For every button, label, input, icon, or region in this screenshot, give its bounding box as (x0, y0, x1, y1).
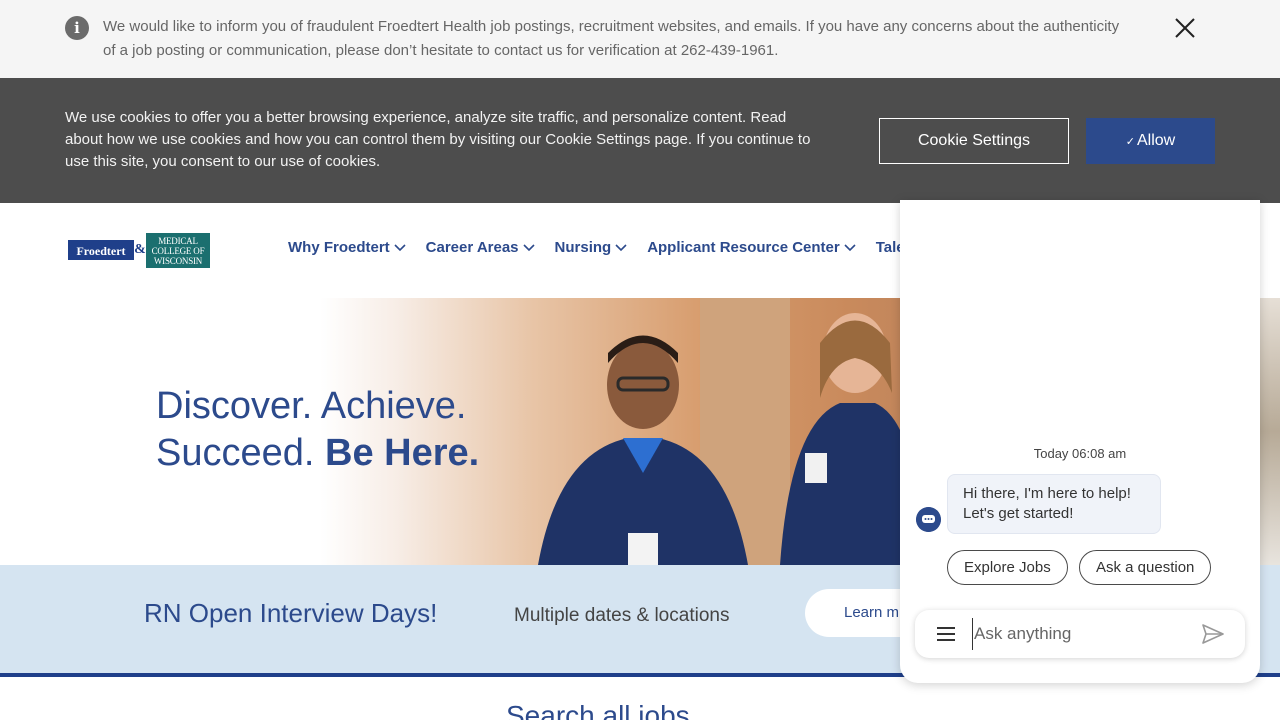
send-icon[interactable] (1202, 624, 1224, 644)
check-icon: ✓ (1125, 136, 1135, 148)
hero-line-1: Discover. Achieve. (156, 385, 467, 427)
nav-label: Nursing (554, 239, 612, 256)
chat-message-input[interactable] (972, 618, 1192, 650)
nav-label: Applicant Resource Center (647, 239, 840, 256)
chat-timestamp: Today 06:08 am (1033, 446, 1127, 461)
nav-label: Career Areas (425, 239, 519, 256)
nav-label: Why Froedtert (288, 239, 390, 256)
nav-item-applicant-resource-center[interactable]: Applicant Resource Center (647, 239, 856, 256)
froedtert-logo[interactable]: Froedtert & Medical College of Wisconsin (68, 233, 212, 268)
hero-line-2-bold: Be Here. (325, 432, 480, 474)
cookie-text: We use cookies to offer you a better bro… (65, 109, 811, 170)
chevron-down-icon (844, 243, 856, 251)
promo-title: RN Open Interview Days! (144, 598, 438, 628)
allow-cookies-button[interactable]: ✓ Allow (1086, 118, 1215, 164)
fraud-alert-bar: i We would like to inform you of fraudul… (0, 0, 1280, 78)
chat-bot-icon (916, 507, 941, 532)
hero-headline: Discover. Achieve. Succeed. Be Here. (156, 383, 479, 477)
hero-photo-nurse-male (538, 335, 748, 565)
search-jobs-heading: Search all jobs (506, 700, 690, 720)
hero-photo-nurse-female (780, 313, 920, 565)
allow-label: Allow (1136, 132, 1176, 149)
chat-widget: Today 06:08 am Hi there, I'm here to hel… (900, 200, 1260, 683)
logo-froedtert-text: Froedtert (68, 240, 134, 260)
ask-question-chip[interactable]: Ask a question (1079, 550, 1212, 585)
explore-jobs-chip[interactable]: Explore Jobs (947, 550, 1068, 585)
chat-greeting-bubble: Hi there, I'm here to help! Let's get st… (947, 474, 1161, 534)
nav-item-why-froedtert[interactable]: Why Froedtert (288, 239, 406, 256)
main-nav: Why Froedtert Career Areas Nursing Appli… (288, 239, 954, 256)
chevron-down-icon (522, 243, 535, 251)
nav-item-career-areas[interactable]: Career Areas (426, 239, 535, 256)
chat-input-bar (915, 610, 1245, 658)
cookie-settings-button[interactable]: Cookie Settings (879, 118, 1069, 164)
chevron-down-icon (394, 243, 406, 251)
hero-photo-edge (1260, 298, 1280, 565)
cookie-banner: We use cookies to offer you a better bro… (0, 78, 1280, 203)
promo-subtitle: Multiple dates & locations (514, 605, 730, 626)
fraud-alert-text: We would like to inform you of fraudulen… (103, 18, 1120, 59)
logo-mcw-text: Medical College of Wisconsin (146, 233, 210, 268)
close-icon[interactable] (1172, 15, 1198, 41)
logo-ampersand: & (134, 242, 146, 257)
nav-item-nursing[interactable]: Nursing (555, 239, 628, 256)
chevron-down-icon (615, 243, 627, 251)
menu-icon[interactable] (937, 626, 955, 642)
hero-line-2-regular: Succeed. (156, 432, 315, 474)
info-icon: i (65, 16, 89, 40)
